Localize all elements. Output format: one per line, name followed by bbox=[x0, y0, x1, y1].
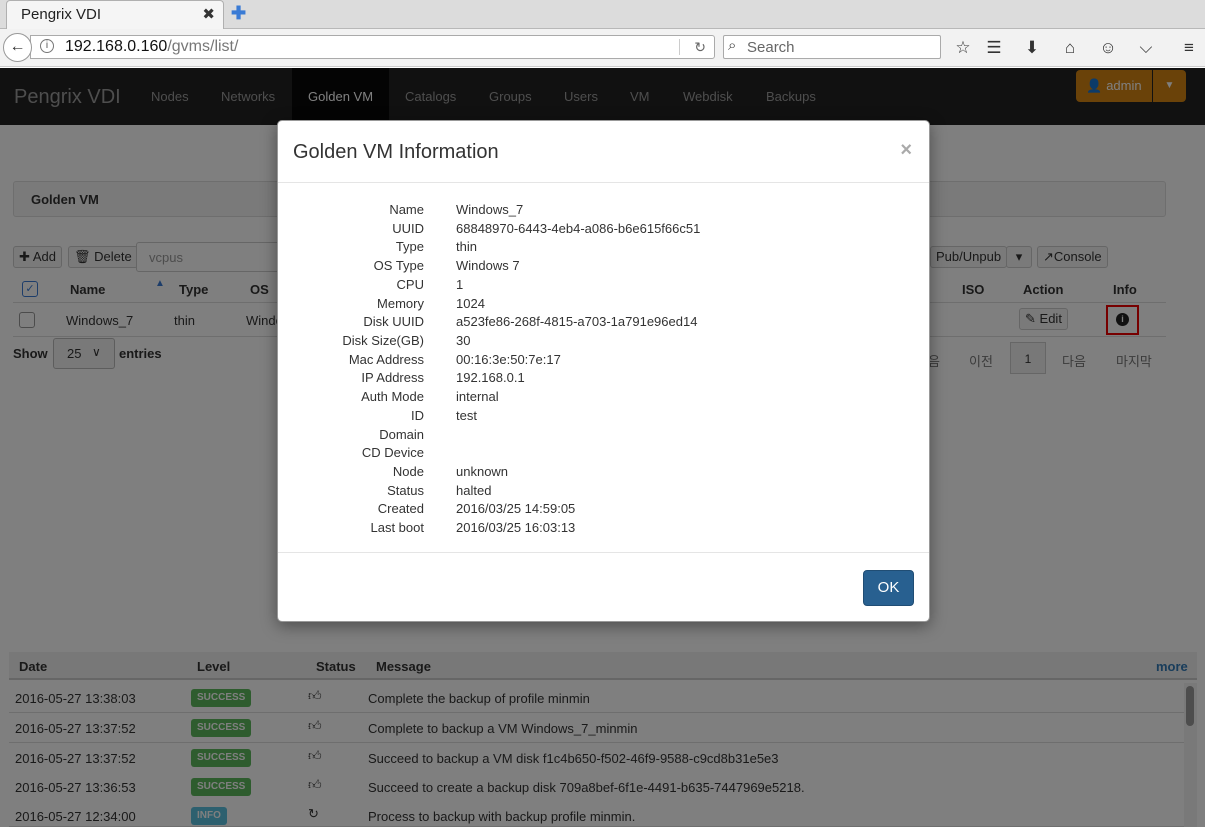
home-icon[interactable]: ⌂ bbox=[1059, 38, 1081, 58]
info-value: 00:16:3e:50:7e:17 bbox=[456, 352, 561, 367]
info-value: 2016/03/25 14:59:05 bbox=[456, 501, 576, 516]
info-row: Disk UUID a523fe86-268f-4815-a703-1a791e9… bbox=[278, 314, 929, 332]
info-row: Disk Size(GB) 30 bbox=[278, 333, 929, 351]
info-row: OS Type Windows 7 bbox=[278, 258, 929, 276]
ok-button[interactable]: OK bbox=[863, 570, 914, 606]
bookmark-star-icon[interactable]: ☆ bbox=[952, 38, 974, 58]
browser-search-input[interactable]: ⌕ Search bbox=[723, 35, 941, 59]
info-row: Auth Mode internal bbox=[278, 389, 929, 407]
info-label: Last boot bbox=[370, 520, 425, 535]
info-label: CPU bbox=[396, 277, 424, 292]
info-row: IP Address 192.168.0.1 bbox=[278, 370, 929, 388]
modal-title: Golden VM Information bbox=[293, 141, 499, 163]
reload-icon[interactable]: ↻ bbox=[694, 39, 706, 56]
info-label: Type bbox=[395, 239, 424, 254]
back-arrow-icon: ← bbox=[9, 38, 26, 55]
info-value: 1024 bbox=[456, 296, 485, 311]
browser-tab[interactable]: Pengrix VDI ✖ bbox=[6, 0, 224, 29]
info-label: Memory bbox=[377, 296, 424, 311]
info-row: Status halted bbox=[278, 483, 929, 501]
info-value: internal bbox=[456, 389, 499, 404]
info-label: Disk Size(GB) bbox=[342, 333, 424, 348]
info-value: thin bbox=[456, 239, 477, 254]
site-info-icon[interactable]: i bbox=[40, 39, 54, 53]
close-icon[interactable]: × bbox=[900, 139, 912, 162]
pocket-icon[interactable]: ⌵ bbox=[1135, 38, 1157, 58]
hello-icon[interactable]: ☺ bbox=[1097, 38, 1119, 58]
info-row: CD Device bbox=[278, 445, 929, 463]
info-row: CPU 1 bbox=[278, 277, 929, 295]
download-icon[interactable]: ⬇ bbox=[1021, 38, 1043, 58]
info-label: Status bbox=[387, 483, 424, 498]
browser-toolbar: i 192.168.0.160/gvms/list/ ↻ ← ⌕ Search … bbox=[0, 29, 1205, 67]
info-value: halted bbox=[456, 483, 492, 498]
info-label: Name bbox=[389, 202, 424, 217]
info-label: UUID bbox=[392, 221, 424, 236]
info-label: CD Device bbox=[361, 445, 424, 460]
info-label: Auth Mode bbox=[361, 389, 424, 404]
info-value: Windows 7 bbox=[456, 258, 520, 273]
info-row: UUID 68848970-6443-4eb4-a086-b6e615f66c51 bbox=[278, 221, 929, 239]
info-label: Domain bbox=[379, 427, 424, 442]
info-row: Created 2016/03/25 14:59:05 bbox=[278, 501, 929, 519]
search-icon: ⌕ bbox=[728, 37, 737, 54]
info-row: Domain bbox=[278, 427, 929, 445]
info-row: Name Windows_7 bbox=[278, 202, 929, 220]
info-value: test bbox=[456, 408, 477, 423]
info-row: ID test bbox=[278, 408, 929, 426]
info-label: Mac Address bbox=[348, 352, 424, 367]
info-label: OS Type bbox=[373, 258, 424, 273]
reader-list-icon[interactable]: ☰ bbox=[983, 38, 1005, 58]
info-value: 2016/03/25 16:03:13 bbox=[456, 520, 576, 535]
info-label: Node bbox=[392, 464, 424, 479]
url-bar[interactable]: i 192.168.0.160/gvms/list/ ↻ bbox=[30, 35, 715, 59]
info-row: Memory 1024 bbox=[278, 296, 929, 314]
info-value: a523fe86-268f-4815-a703-1a791e96ed14 bbox=[456, 314, 698, 329]
back-button[interactable]: ← bbox=[3, 33, 32, 62]
modal-footer-divider bbox=[278, 552, 929, 553]
info-value: 1 bbox=[456, 277, 464, 292]
info-value: unknown bbox=[456, 464, 509, 479]
search-placeholder: Search bbox=[747, 39, 795, 56]
info-label: Created bbox=[377, 501, 424, 516]
modal-header-divider bbox=[278, 182, 929, 183]
info-row: Mac Address 00:16:3e:50:7e:17 bbox=[278, 352, 929, 370]
tab-title: Pengrix VDI bbox=[21, 6, 102, 23]
info-label: ID bbox=[411, 408, 424, 423]
info-value: 68848970-6443-4eb4-a086-b6e615f66c51 bbox=[456, 221, 701, 236]
url-text: 192.168.0.160/gvms/list/ bbox=[65, 38, 239, 55]
info-row: Type thin bbox=[278, 239, 929, 257]
info-row: Last boot 2016/03/25 16:03:13 bbox=[278, 520, 929, 538]
info-label: IP Address bbox=[361, 370, 424, 385]
golden-vm-info-modal: Golden VM Information × Name Windows_7 UU… bbox=[277, 120, 930, 622]
new-tab-icon[interactable]: ✚ bbox=[231, 3, 246, 24]
close-tab-icon[interactable]: ✖ bbox=[202, 5, 215, 23]
menu-icon[interactable]: ≡ bbox=[1178, 38, 1200, 58]
browser-tabbar: Pengrix VDI ✖ ✚ bbox=[0, 0, 1205, 29]
info-value: 192.168.0.1 bbox=[456, 370, 525, 385]
url-separator bbox=[679, 39, 680, 55]
info-value: 30 bbox=[456, 333, 471, 348]
info-label: Disk UUID bbox=[363, 314, 424, 329]
info-row: Node unknown bbox=[278, 464, 929, 482]
info-value: Windows_7 bbox=[456, 202, 524, 217]
